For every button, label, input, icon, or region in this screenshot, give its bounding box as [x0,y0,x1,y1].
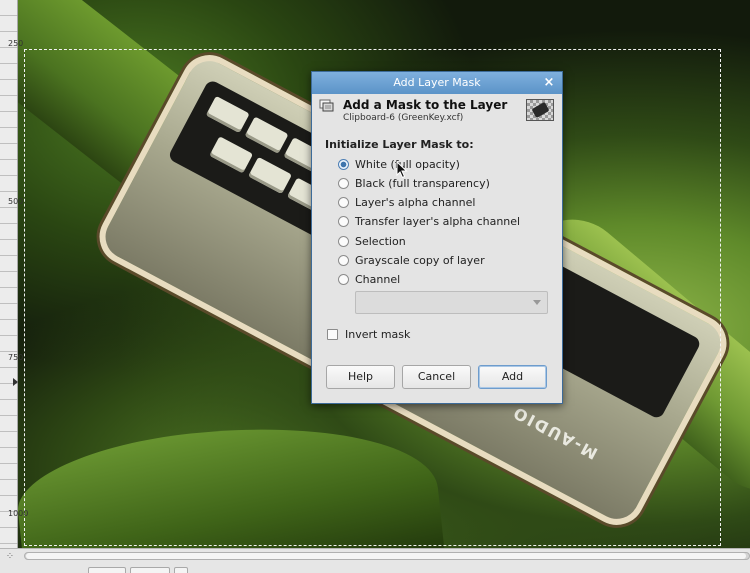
init-mask-section-label: Initialize Layer Mask to: [325,138,474,151]
brand-label: M-AUDIO [508,402,601,464]
vertical-ruler[interactable]: 250 500 750 1000 [0,0,29,548]
mouse-cursor-icon [396,161,408,179]
radio-button[interactable] [338,178,349,189]
key [244,116,289,154]
ruler-label-750: 750 [8,353,24,362]
radio-button[interactable] [338,255,349,266]
horizontal-scrollbar-area: ⁘ [0,548,750,573]
ruler-label-500: 500 [8,197,24,206]
dialog-titlebar[interactable]: Add Layer Mask [312,72,562,94]
chevron-down-icon [533,300,541,305]
radio-button[interactable] [338,274,349,285]
scrollbar-thumb[interactable] [26,553,746,559]
layer-preview-thumbnail [526,99,554,121]
dialog-header-title: Add a Mask to the Layer [343,98,508,112]
key [209,136,254,174]
radio-button[interactable] [338,159,349,170]
pointer-position-marker [13,378,18,386]
invert-mask-checkbox[interactable] [327,329,338,340]
ruler-ticks [0,0,18,548]
close-icon[interactable]: × [542,72,556,94]
status-button[interactable] [88,567,126,573]
channel-select[interactable] [355,291,548,314]
ruler-label-250: 250 [8,39,24,48]
status-button[interactable] [130,567,170,573]
radio-button[interactable] [338,197,349,208]
help-button[interactable]: Help [326,365,395,389]
cancel-button[interactable]: Cancel [402,365,471,389]
add-layer-mask-dialog: Add Layer Mask × Add a Mask to the Layer… [311,71,563,404]
radio-button[interactable] [338,216,349,227]
key [248,156,292,195]
dialog-title: Add Layer Mask [393,76,481,89]
navigate-icon[interactable]: ⁘ [4,551,16,563]
key [205,95,250,134]
status-button[interactable] [174,567,188,573]
add-button[interactable]: Add [478,365,547,389]
radio-button[interactable] [338,236,349,247]
horizontal-scrollbar[interactable] [24,552,750,560]
leaf [18,408,445,548]
dialog-header-subtitle: Clipboard-6 (GreenKey.xcf) [343,113,464,123]
layer-mask-icon [319,99,334,112]
ruler-label-1000: 1000 [8,509,29,518]
